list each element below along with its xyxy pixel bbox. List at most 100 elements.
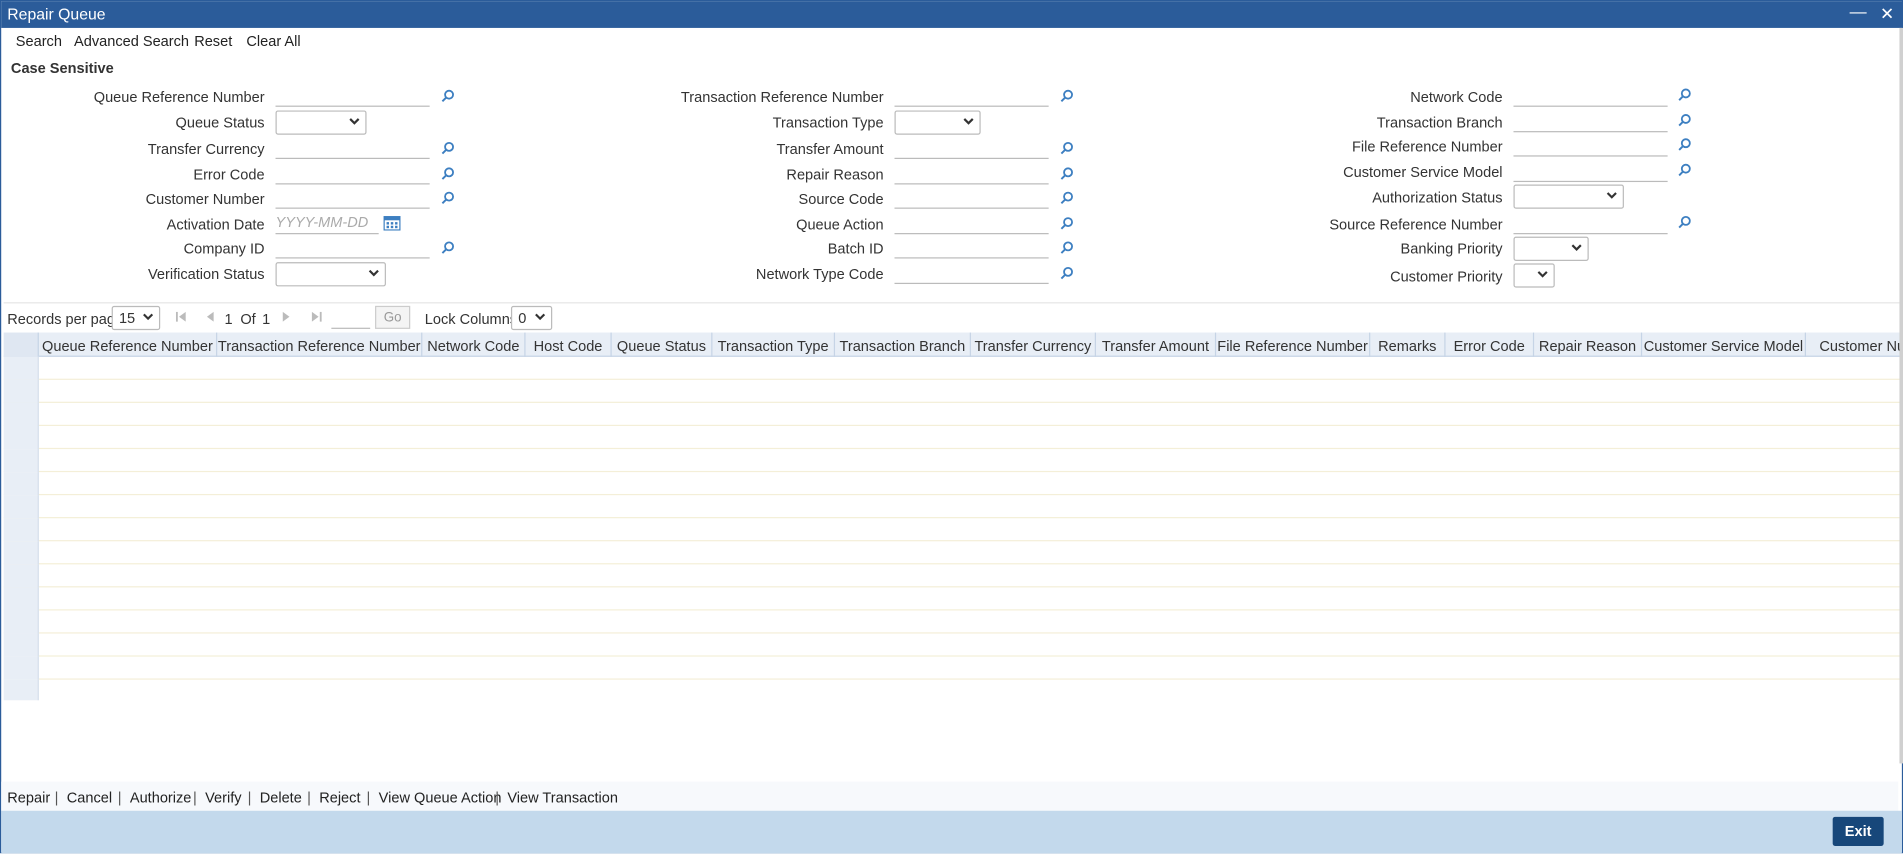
first-page-icon[interactable] bbox=[174, 309, 189, 324]
exit-button[interactable]: Exit bbox=[1832, 816, 1884, 846]
customer-number-lookup-icon[interactable] bbox=[441, 191, 456, 206]
advanced-search-button[interactable]: Advanced Search bbox=[74, 33, 189, 50]
source-code-input[interactable] bbox=[894, 185, 1049, 209]
row-header[interactable] bbox=[3, 610, 39, 634]
clear-all-button[interactable]: Clear All bbox=[246, 33, 300, 50]
row-header[interactable] bbox=[3, 426, 39, 450]
table-row[interactable] bbox=[3, 379, 1901, 403]
table-row[interactable] bbox=[3, 541, 1901, 565]
row-header[interactable] bbox=[3, 379, 39, 403]
column-header[interactable]: Queue Status bbox=[612, 332, 713, 357]
company-id-input[interactable] bbox=[275, 235, 430, 259]
row-header[interactable] bbox=[3, 541, 39, 565]
source-reference-number-input[interactable] bbox=[1513, 211, 1668, 235]
customer-service-model-input[interactable] bbox=[1513, 158, 1668, 183]
column-header[interactable]: Repair Reason bbox=[1534, 332, 1643, 357]
transaction-branch-lookup-icon[interactable] bbox=[1677, 113, 1692, 128]
search-button[interactable]: Search bbox=[16, 33, 62, 50]
table-row[interactable] bbox=[3, 656, 1901, 680]
vertical-scrollbar[interactable] bbox=[1899, 27, 1903, 764]
batch-id-input[interactable] bbox=[894, 235, 1049, 259]
view-transaction-link[interactable]: View Transaction bbox=[507, 789, 618, 806]
table-row[interactable] bbox=[3, 564, 1901, 588]
lock-columns-select[interactable]: 0 bbox=[510, 305, 553, 331]
column-header[interactable]: Customer Service Model bbox=[1642, 332, 1806, 357]
row-header[interactable] bbox=[3, 564, 39, 588]
transfer-currency-input[interactable] bbox=[275, 135, 430, 159]
customer-number-input[interactable] bbox=[275, 185, 430, 209]
error-code-input[interactable] bbox=[275, 161, 430, 185]
repair-link[interactable]: Repair bbox=[7, 789, 50, 806]
column-header[interactable]: Transfer Amount bbox=[1096, 332, 1217, 357]
queue-action-lookup-icon[interactable] bbox=[1060, 216, 1075, 231]
column-header[interactable]: Error Code bbox=[1446, 332, 1535, 357]
delete-link[interactable]: Delete bbox=[260, 789, 302, 806]
network-type-code-lookup-icon[interactable] bbox=[1060, 266, 1075, 281]
transfer-currency-lookup-icon[interactable] bbox=[441, 141, 456, 156]
network-code-input[interactable] bbox=[1513, 83, 1668, 107]
table-row[interactable] bbox=[3, 495, 1901, 519]
queue-action-input[interactable] bbox=[894, 211, 1049, 235]
authorize-link[interactable]: Authorize bbox=[130, 789, 192, 806]
table-row[interactable] bbox=[3, 633, 1901, 657]
queue-status-select[interactable] bbox=[275, 110, 367, 135]
row-header[interactable] bbox=[3, 495, 39, 519]
table-row[interactable] bbox=[3, 402, 1901, 427]
column-header[interactable]: File Reference Number bbox=[1216, 332, 1371, 357]
customer-service-model-lookup-icon[interactable] bbox=[1677, 163, 1692, 178]
row-header[interactable] bbox=[3, 472, 39, 496]
source-code-lookup-icon[interactable] bbox=[1060, 191, 1075, 206]
transaction-reference-number-lookup-icon[interactable] bbox=[1060, 89, 1075, 104]
network-code-lookup-icon[interactable] bbox=[1677, 87, 1692, 102]
records-per-page-select[interactable]: 15 bbox=[111, 305, 161, 331]
reset-button[interactable]: Reset bbox=[194, 33, 232, 50]
file-reference-number-lookup-icon[interactable] bbox=[1677, 137, 1692, 152]
verification-status-select[interactable] bbox=[275, 262, 386, 287]
transfer-amount-input[interactable] bbox=[894, 135, 1049, 159]
view-queue-action-link[interactable]: View Queue Action bbox=[379, 789, 502, 806]
table-row[interactable] bbox=[3, 426, 1901, 450]
network-type-code-input[interactable] bbox=[894, 260, 1049, 285]
queue-reference-number-input[interactable] bbox=[275, 83, 430, 107]
row-header[interactable] bbox=[3, 449, 39, 473]
previous-page-icon[interactable] bbox=[203, 309, 218, 324]
last-page-icon[interactable] bbox=[309, 309, 324, 324]
column-header[interactable]: Transaction Reference Number bbox=[217, 332, 423, 357]
column-header[interactable]: Remarks bbox=[1370, 332, 1446, 357]
reject-link[interactable]: Reject bbox=[319, 789, 360, 806]
column-header[interactable]: Queue Reference Number bbox=[39, 332, 218, 357]
column-header[interactable]: Transaction Type bbox=[712, 332, 836, 357]
go-button[interactable]: Go bbox=[375, 305, 411, 329]
repair-reason-lookup-icon[interactable] bbox=[1060, 166, 1075, 181]
transaction-branch-input[interactable] bbox=[1513, 109, 1668, 133]
column-header[interactable]: Network Code bbox=[422, 332, 526, 357]
row-header[interactable] bbox=[3, 518, 39, 542]
row-header[interactable] bbox=[3, 587, 39, 611]
batch-id-lookup-icon[interactable] bbox=[1060, 240, 1075, 255]
table-row[interactable] bbox=[3, 356, 1901, 380]
calendar-icon[interactable] bbox=[383, 215, 401, 231]
transaction-type-select[interactable] bbox=[894, 110, 981, 135]
activation-date-input[interactable] bbox=[275, 211, 379, 235]
error-code-lookup-icon[interactable] bbox=[441, 166, 456, 181]
table-row[interactable] bbox=[3, 449, 1901, 473]
next-page-icon[interactable] bbox=[279, 309, 294, 324]
table-row[interactable] bbox=[3, 679, 1901, 701]
row-header[interactable] bbox=[3, 679, 39, 701]
queue-reference-number-lookup-icon[interactable] bbox=[441, 89, 456, 104]
repair-reason-input[interactable] bbox=[894, 161, 1049, 185]
company-id-lookup-icon[interactable] bbox=[441, 240, 456, 255]
row-header[interactable] bbox=[3, 656, 39, 680]
banking-priority-select[interactable] bbox=[1513, 236, 1589, 261]
column-header[interactable]: Customer Nur bbox=[1806, 333, 1900, 357]
row-header[interactable] bbox=[3, 633, 39, 657]
close-icon[interactable]: ✕ bbox=[1880, 4, 1894, 25]
row-header[interactable] bbox=[3, 356, 39, 380]
customer-priority-select[interactable] bbox=[1513, 263, 1555, 288]
verify-link[interactable]: Verify bbox=[205, 789, 241, 806]
transaction-reference-number-input[interactable] bbox=[894, 83, 1049, 107]
table-row[interactable] bbox=[3, 518, 1901, 542]
authorization-status-select[interactable] bbox=[1513, 184, 1624, 209]
column-header[interactable]: Transaction Branch bbox=[835, 332, 971, 357]
page-number-input[interactable] bbox=[331, 307, 371, 329]
